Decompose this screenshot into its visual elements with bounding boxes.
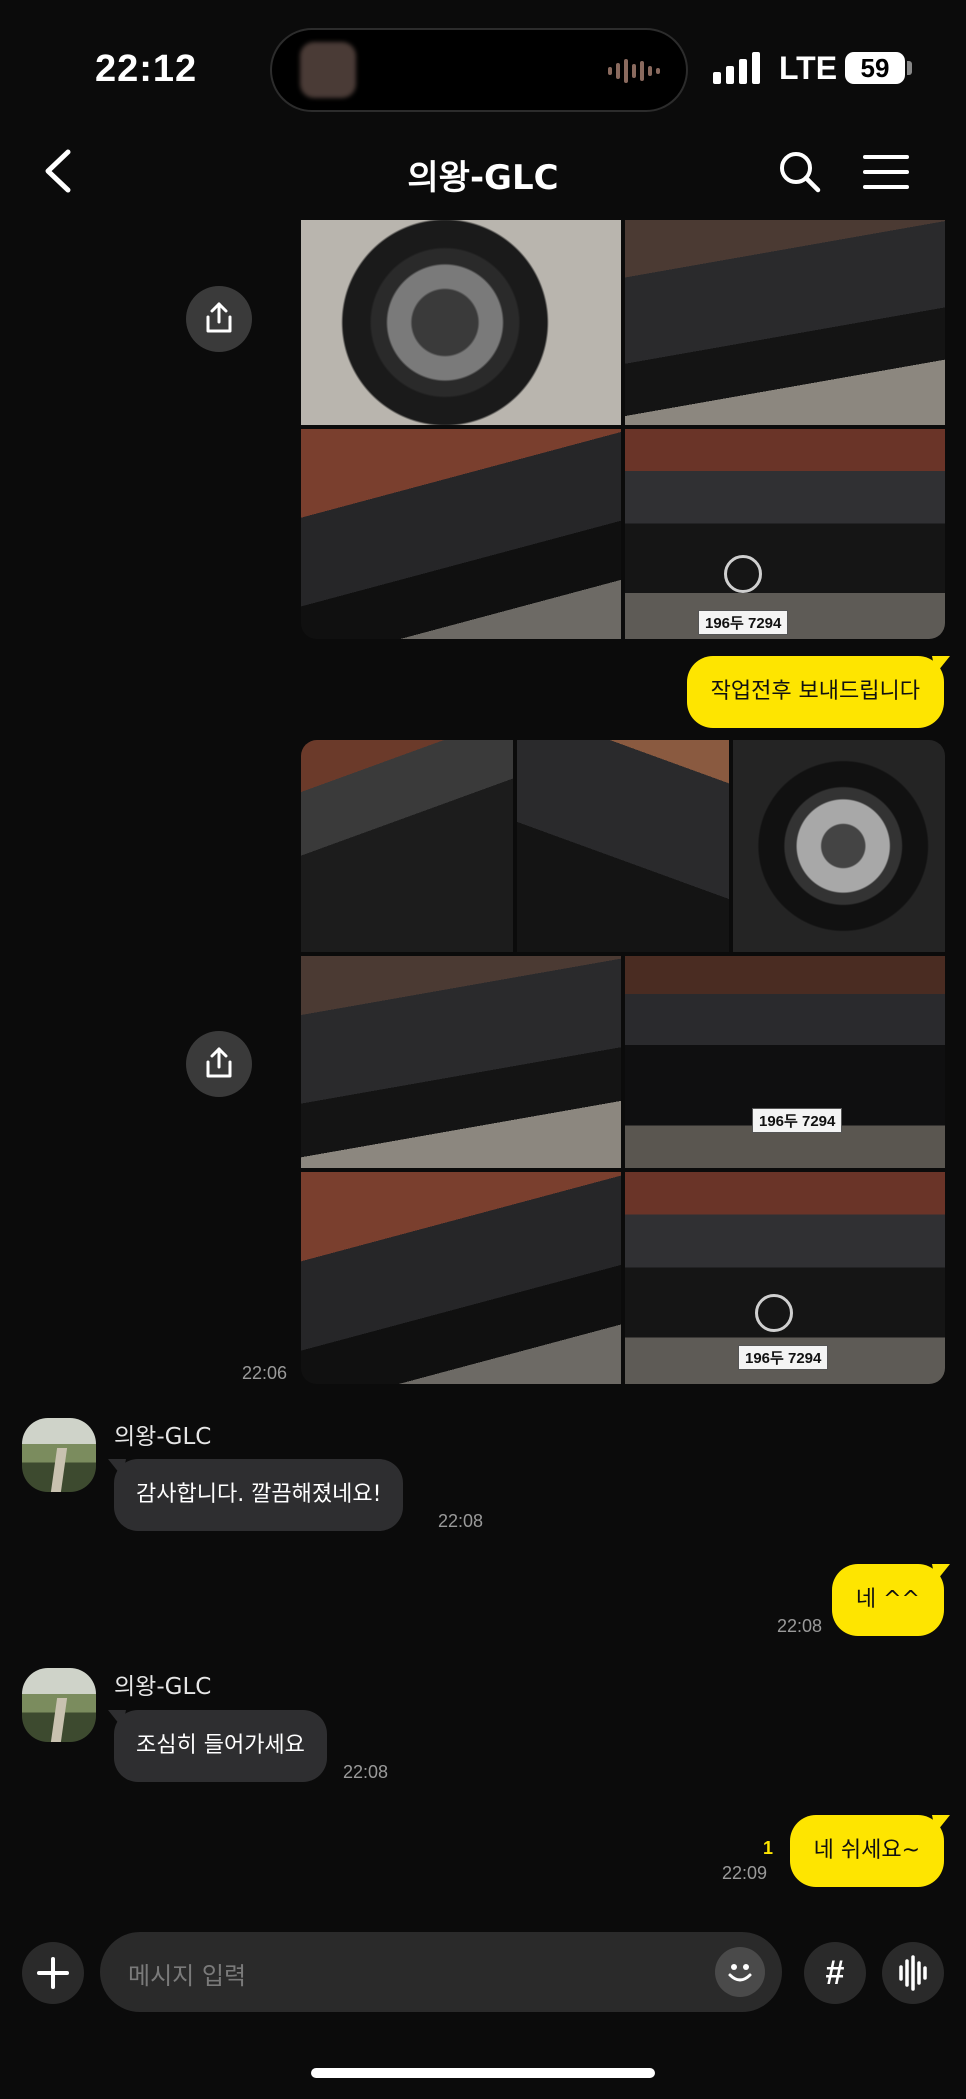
message-bubble-sent[interactable]: 네 쉬세요~ [789,1815,944,1887]
unread-count: 1 [763,1838,774,1858]
car-front-photo[interactable]: 196두 7294 [625,1172,945,1384]
car-three-quarter-photo[interactable] [301,429,621,639]
dynamic-island[interactable] [270,28,688,112]
rear-seat-photo[interactable] [301,740,513,952]
share-button[interactable] [186,1031,252,1097]
message-input[interactable]: 메시지 입력 [100,1932,782,2012]
photo-grid: 196두 7294 [301,220,945,639]
sender-name: 의왕-GLC [114,1424,212,1450]
wheel-closeup-photo[interactable] [733,740,945,952]
plus-icon [37,1957,69,1989]
battery-icon: 59 [845,52,905,84]
mercedes-emblem-icon [724,555,762,593]
car-front-photo[interactable]: 196두 7294 [625,429,945,639]
now-playing-thumbnail [300,42,356,98]
license-plate: 196두 7294 [738,1345,829,1370]
search-button[interactable] [776,148,824,196]
emoji-icon [728,1964,752,1982]
mercedes-emblem-icon [755,1294,793,1332]
hashtag-button[interactable]: # [804,1942,866,2004]
menu-button[interactable] [862,152,910,192]
search-icon [780,152,821,193]
battery-tip [907,61,912,75]
license-plate: 196두 7294 [698,610,789,635]
status-time: 22:12 [95,48,198,90]
message-time: 22:09 [722,1863,768,1883]
car-side-photo[interactable] [301,1172,621,1384]
message-time: 22:06 [242,1363,288,1383]
sender-name: 의왕-GLC [114,1674,212,1700]
share-icon [206,302,232,333]
wheel-closeup-photo[interactable] [301,220,621,425]
share-button[interactable] [186,286,252,352]
message-time: 22:08 [343,1762,389,1782]
home-indicator[interactable] [311,2068,655,2078]
driver-seat-photo[interactable] [517,740,729,952]
share-icon [206,1047,232,1078]
message-bubble-received[interactable]: 감사합니다. 깔끔해졌네요! [114,1459,404,1531]
message-bubble-sent[interactable]: 작업전후 보내드립니다 [686,656,944,728]
message-time: 22:08 [777,1616,823,1636]
message-time: 22:08 [438,1511,484,1531]
message-input-placeholder: 메시지 입력 [128,1962,247,1990]
license-plate: 196두 7294 [752,1108,843,1133]
message-bubble-received[interactable]: 조심히 들어가세요 [114,1710,327,1782]
network-label: LTE [779,50,838,86]
avatar[interactable] [22,1418,96,1492]
avatar[interactable] [22,1668,96,1742]
car-rear-photo[interactable]: 196두 7294 [625,956,945,1168]
message-bubble-sent[interactable]: 네 ^^ [831,1564,944,1636]
audio-wave-icon [608,58,660,84]
voice-button[interactable] [882,1942,944,2004]
attach-button[interactable] [22,1942,84,2004]
hamburger-icon [863,155,909,189]
emoji-button[interactable] [715,1947,765,1997]
car-side-photo[interactable] [625,220,945,425]
photo-grid: 196두 7294 196두 7294 [301,740,945,1384]
voice-wave-icon [899,1955,927,1991]
car-rear-side-photo[interactable] [301,956,621,1168]
signal-icon [713,52,760,84]
